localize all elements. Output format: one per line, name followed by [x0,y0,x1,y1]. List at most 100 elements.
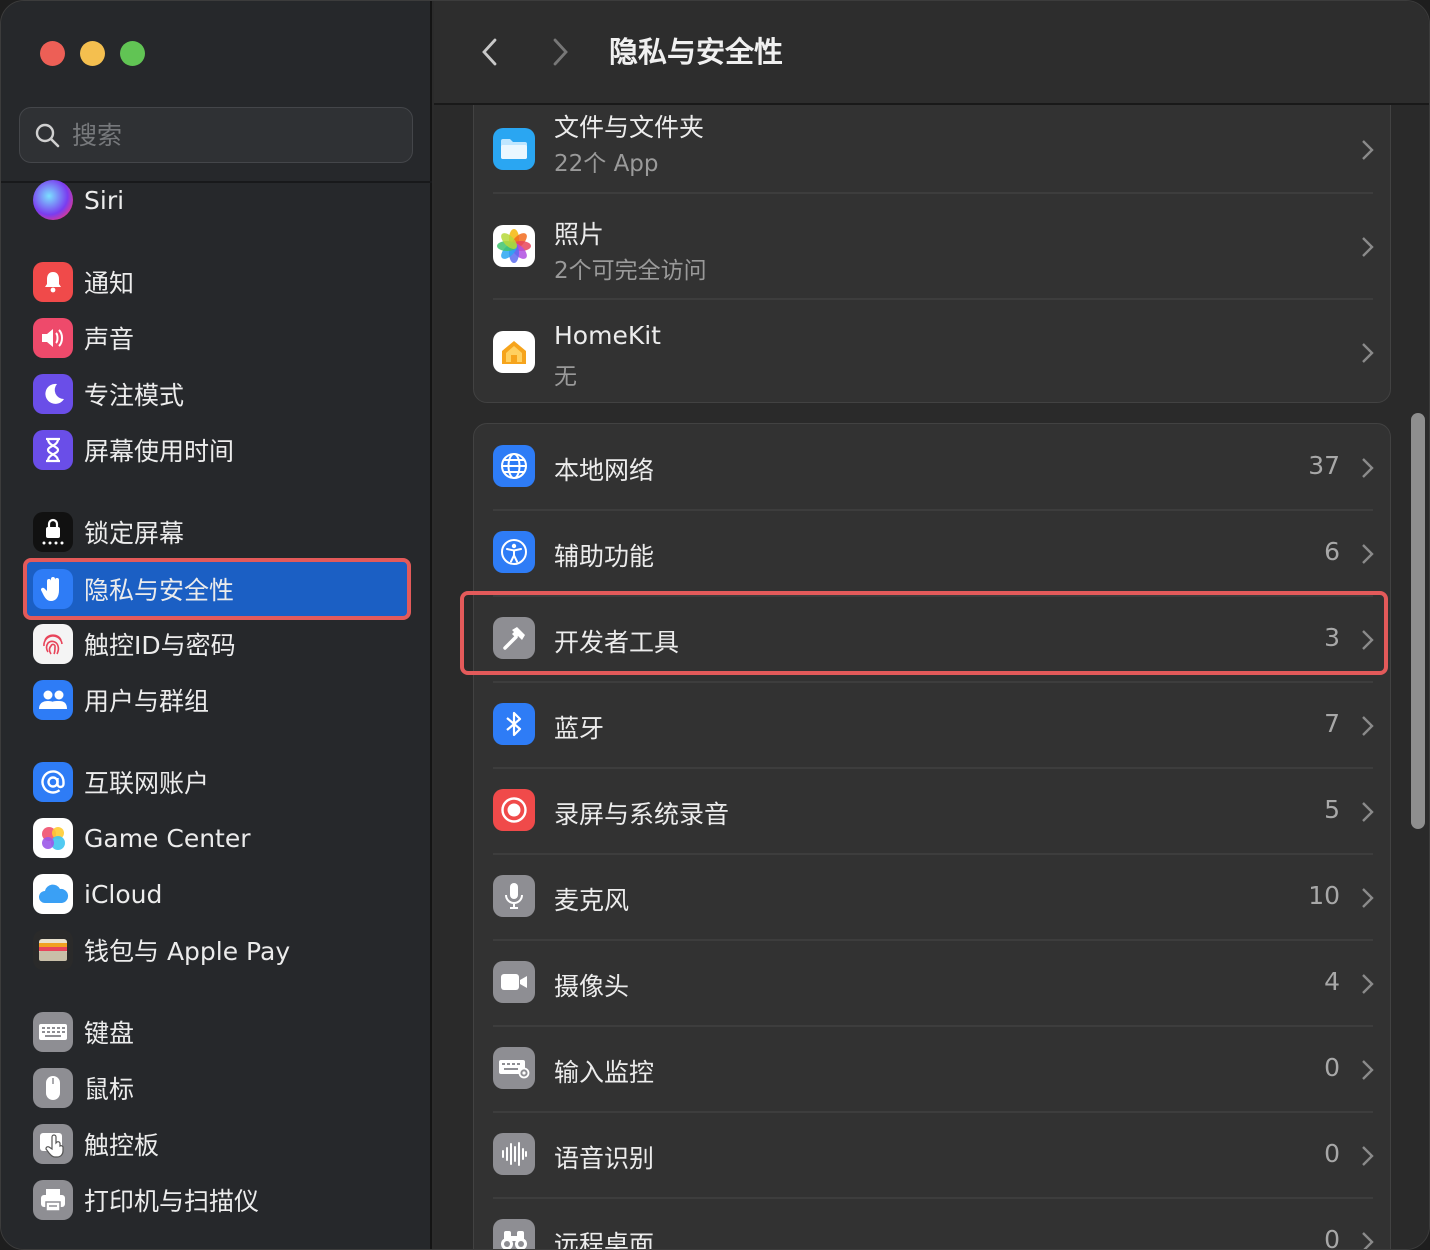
siri-icon [33,180,73,220]
sidebar-item-keyboard[interactable]: 键盘 [23,1004,409,1060]
sidebar-item-label: 互联网账户 [84,769,210,798]
back-button[interactable] [474,35,504,69]
mouse-icon [33,1068,73,1108]
chevron-right-icon [1360,714,1374,738]
list-item-keyboard-monitor[interactable]: 输入监控 0 [474,1026,1392,1112]
sidebar-item-label: 用户与群组 [84,687,210,716]
sidebar-item-touch-id[interactable]: 触控ID与密码 [23,616,409,672]
sidebar-item-label: 专注模式 [84,381,185,410]
folder-icon [493,128,535,170]
main-pane: 文件与文件夹 22个 App 照片 2个可完全访问 HomeKit 无 本地网络… [434,1,1429,1250]
row-title: 远程桌面 [554,1230,655,1250]
row-title: 输入监控 [554,1058,655,1087]
list-item-globe[interactable]: 本地网络 37 [474,424,1392,510]
list-item-photos[interactable]: 照片 2个可完全访问 [474,193,1392,299]
list-item-files-folders[interactable]: 文件与文件夹 22个 App [474,96,1392,202]
sidebar-item-focus[interactable]: 专注模式 [23,366,409,422]
forward-button[interactable] [546,35,576,69]
sidebar-item-sound[interactable]: 声音 [23,310,409,366]
chevron-right-icon [1360,1230,1374,1249]
row-title: 麦克风 [554,886,630,915]
sidebar-item-internet-accounts[interactable]: 互联网账户 [23,754,409,810]
row-title: 语音识别 [554,1144,655,1173]
chevron-right-icon [1360,456,1374,480]
speaker-icon [33,318,73,358]
list-item-waveform[interactable]: 语音识别 0 [474,1112,1392,1198]
row-count: 0 [1324,1053,1340,1082]
users-icon [33,680,73,720]
camera-icon [493,961,535,1003]
sidebar-item-wallet[interactable]: 钱包与 Apple Pay [23,922,409,978]
at-icon [33,762,73,802]
row-title: HomeKit [554,321,661,350]
search-box[interactable] [19,107,413,163]
photos-icon [493,225,535,267]
binoculars-icon [493,1219,535,1249]
scrollbar-thumb[interactable] [1411,413,1425,829]
bluetooth-icon [493,703,535,745]
sidebar-item-label: 触控ID与密码 [84,631,236,660]
waveform-icon [493,1133,535,1175]
sidebar-item-trackpad[interactable]: 触控板 [23,1116,409,1172]
printer-icon [33,1180,73,1220]
bell-icon [33,262,73,302]
sidebar-item-label: 鼠标 [84,1075,135,1104]
list-item-binoculars[interactable]: 远程桌面 0 [474,1198,1392,1250]
sidebar-item-label: 声音 [84,325,135,354]
search-input[interactable] [72,120,372,150]
sidebar-item-label: 锁定屏幕 [84,519,185,548]
sidebar-item-lock-screen[interactable]: 锁定屏幕 [23,504,409,560]
home-icon [493,331,535,373]
cloud-icon [33,874,73,914]
close-window-button[interactable] [40,41,65,66]
list-item-accessibility[interactable]: 辅助功能 6 [474,510,1392,596]
row-count: 7 [1324,709,1340,738]
game-center-icon [33,818,73,858]
sidebar-item-label: 键盘 [84,1019,135,1048]
sidebar-item-label: iCloud [84,879,163,909]
sidebar-item-siri[interactable]: Siri [23,172,409,228]
sidebar-item-label: 打印机与扫描仪 [84,1187,260,1216]
chevron-right-icon [1360,1058,1374,1082]
wallet-icon [33,930,73,970]
sidebar-item-mouse[interactable]: 鼠标 [23,1060,409,1116]
page-title: 隐私与安全性 [609,35,784,69]
sidebar-item-label: 钱包与 Apple Pay [84,937,291,966]
file-photos-home-group: 文件与文件夹 22个 App 照片 2个可完全访问 HomeKit 无 [473,61,1391,403]
chevron-right-icon [1360,138,1374,162]
sidebar-item-icloud[interactable]: iCloud [23,866,409,922]
developer-tools-highlight-outline [460,591,1388,675]
sidebar-item-screen-time[interactable]: 屏幕使用时间 [23,422,409,478]
record-icon [493,789,535,831]
row-title: 摄像头 [554,972,630,1001]
sidebar-item-printers-scanners[interactable]: 打印机与扫描仪 [23,1172,409,1228]
chevron-right-icon [1360,886,1374,910]
minimize-window-button[interactable] [80,41,105,66]
trackpad-icon [33,1124,73,1164]
list-item-microphone[interactable]: 麦克风 10 [474,854,1392,940]
sidebar-item-users-groups[interactable]: 用户与群组 [23,672,409,728]
hourglass-icon [33,430,73,470]
search-icon [35,123,60,148]
list-item-bluetooth[interactable]: 蓝牙 7 [474,682,1392,768]
row-count: 0 [1324,1225,1340,1250]
microphone-icon [493,875,535,917]
keyboard-icon [33,1012,73,1052]
list-item-camera[interactable]: 摄像头 4 [474,940,1392,1026]
sidebar-item-notifications[interactable]: 通知 [23,254,409,310]
sidebar-item-game-center[interactable]: Game Center [23,810,409,866]
globe-icon [493,445,535,487]
permissions-group: 本地网络 37 辅助功能 6 开发者工具 3 蓝牙 7 录屏与系统录音 5 麦克风 10 摄像头 4 输入监… [473,423,1392,1250]
row-count: 5 [1324,795,1340,824]
window-controls [40,41,145,66]
zoom-window-button[interactable] [120,41,145,66]
lock-icon [33,512,73,552]
row-subtitle: 无 [554,364,577,390]
row-title: 蓝牙 [554,714,605,743]
list-item-record[interactable]: 录屏与系统录音 5 [474,768,1392,854]
row-count: 0 [1324,1139,1340,1168]
list-item-homekit[interactable]: HomeKit 无 [474,299,1392,405]
sidebar-item-label: 通知 [84,269,135,298]
row-title: 文件与文件夹 [554,113,705,142]
row-title: 本地网络 [554,456,655,485]
